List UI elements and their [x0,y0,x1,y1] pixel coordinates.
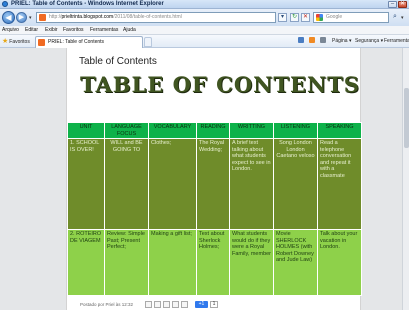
favorites-button[interactable]: ★Favoritos [2,37,30,46]
security-menu[interactable]: Segurança ▾ [355,37,383,46]
plus-one-count: 1 [210,301,218,308]
home-icon [298,37,304,43]
address-url[interactable]: http://prieltrinta.blogspot.com/2011/08/… [49,13,274,22]
feeds-button[interactable] [309,37,316,46]
blogthis-share-icon[interactable] [154,301,161,308]
banner-heading: TABLE OF CONTENTS [80,72,360,97]
vertical-scrollbar[interactable] [402,48,409,310]
cell-vocabulary: Clothes; [148,137,197,231]
address-bar[interactable]: http://prieltrinta.blogspot.com/2011/08/… [36,12,276,23]
cell-listening: Movie SHERLOCK HOLMES (with Robert Downe… [273,229,318,296]
menu-ajuda[interactable]: Ajuda [123,26,136,35]
header-unit: UNIT [67,122,105,139]
menu-exibir[interactable]: Exibir [45,26,58,35]
window-title: PRIEL: Table of Contents - Windows Inter… [11,1,164,7]
forward-button[interactable]: ▶ [16,12,27,23]
favorites-bar: ★Favoritos PRIEL: Table of Contents Pági… [0,35,409,48]
favorites-label: Favoritos [9,39,30,45]
cell-reading: Text about Sherlock Holmes; [196,229,230,296]
cell-speaking: Read a telephone conversation and repeat… [317,137,362,231]
back-button[interactable]: ◀ [2,11,15,24]
table-row: 2. ROTEIRO DE VIAGEM Review: Simple Past… [67,229,362,296]
url-path: /2011/08/table-of-contents.html [113,14,182,20]
facebook-share-icon[interactable] [172,301,179,308]
google-icon [316,14,323,21]
page-menu[interactable]: Página ▾ [332,37,351,46]
home-button[interactable] [298,37,305,46]
window-title-bar: PRIEL: Table of Contents - Windows Inter… [0,0,409,9]
address-dropdown-icon[interactable]: ▾ [278,13,287,22]
blogger-tab-icon [38,39,45,46]
table-header-row: UNIT LANGUAGE FOCUS VOCABULARY READING W… [67,122,362,139]
tab-label: PRIEL: Table of Contents [48,39,105,45]
cell-language-focus: WILL and BE GOING TO [104,137,149,231]
header-reading: READING [196,122,230,139]
search-dropdown-icon[interactable]: ▾ [401,15,404,21]
header-writting: WRITTING [229,122,274,139]
twitter-share-icon[interactable] [163,301,170,308]
cell-unit: 2. ROTEIRO DE VIAGEM [67,229,105,296]
menu-favoritos[interactable]: Favoritos [63,26,84,35]
tools-menu[interactable]: Ferramentas ▾ [384,37,409,46]
header-vocabulary: VOCABULARY [148,122,197,139]
menu-ferramentas[interactable]: Ferramentas [90,26,118,35]
print-button[interactable] [320,37,327,46]
internet-explorer-icon [2,1,8,7]
url-domain: prieltrinta.blogspot.com [61,14,114,20]
search-icon[interactable]: ⌕ [390,13,400,22]
cell-reading: The Royal Wedding; [196,137,230,231]
email-share-icon[interactable] [145,301,152,308]
stop-icon[interactable]: ✕ [301,13,310,22]
tab-table-of-contents[interactable]: PRIEL: Table of Contents [35,36,143,48]
search-input[interactable]: Google [313,12,389,23]
new-tab-button[interactable] [144,37,152,47]
star-icon: ★ [2,38,9,45]
cell-writting: What students would do if they were a Ro… [229,229,274,296]
table-of-contents: UNIT LANGUAGE FOCUS VOCABULARY READING W… [67,122,362,296]
navigation-bar: ◀ ▶ ▾ http://prieltrinta.blogspot.com/20… [0,9,409,26]
search-placeholder: Google [326,14,343,20]
menu-editar[interactable]: Editar [25,26,38,35]
table-row: 1. SCHOOL IS OVER! WILL and BE GOING TO … [67,137,362,231]
close-button[interactable]: ✕ [398,1,407,8]
menu-arquivo[interactable]: Arquivo [2,26,19,35]
cell-unit: 1. SCHOOL IS OVER! [67,137,105,231]
refresh-icon[interactable]: ↻ [290,13,299,22]
rss-icon [309,37,315,43]
history-dropdown-icon[interactable]: ▾ [29,15,32,21]
post-title[interactable]: Table of Contents [79,56,157,67]
cell-writting: A brief text talking about what students… [229,137,274,231]
post-footer: Postado por Priel às 12:32 [80,302,134,307]
header-language-focus: LANGUAGE FOCUS [104,122,149,139]
google-buzz-share-icon[interactable] [181,301,188,308]
cell-speaking: Talk about your vacation in London. [317,229,362,296]
header-speaking: SPEAKING [317,122,362,139]
url-prefix: http:// [49,14,62,20]
cell-vocabulary: Making a gift list; [148,229,197,296]
cell-language-focus: Review: Simple Past; Present Perfect; [104,229,149,296]
blogger-favicon-icon [39,14,46,21]
menu-bar: Arquivo Editar Exibir Favoritos Ferramen… [0,26,409,35]
printer-icon [320,37,326,43]
plus-one-button[interactable]: +1 [195,301,208,308]
scrollbar-thumb[interactable] [404,88,409,148]
cell-listening: Song London London Caetano veloso [273,137,318,231]
header-listening: LISTENING [273,122,318,139]
minimize-button[interactable]: – [388,1,397,8]
